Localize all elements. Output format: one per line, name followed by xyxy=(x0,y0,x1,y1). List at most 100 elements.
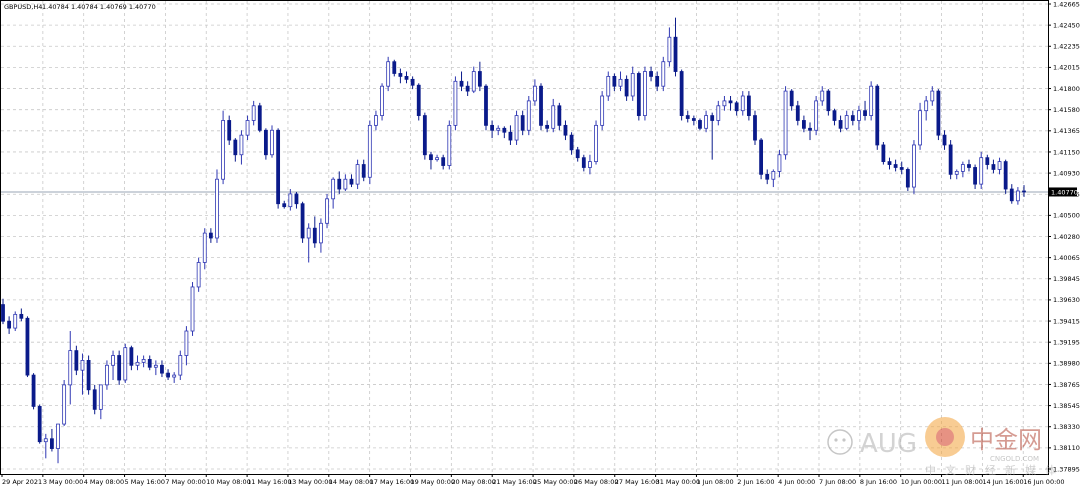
candle-body-bear xyxy=(50,438,54,449)
candle-body-bull xyxy=(355,164,360,185)
x-tick-label: 10 May 08:00 xyxy=(206,478,251,486)
candle-body-bull xyxy=(380,85,384,116)
candle-body-bear xyxy=(728,100,733,104)
x-tick-label: 27 May 16:00 xyxy=(615,478,660,486)
x-tick-label: 10 Jun 00:00 xyxy=(901,478,942,486)
candle-body-bull xyxy=(930,90,935,102)
candle-body-bull xyxy=(630,73,635,97)
chart-symbol: GBPUSD,H4 xyxy=(4,3,42,11)
candle-body-bear xyxy=(349,178,354,185)
candle-body-bear xyxy=(520,115,525,131)
candle-body-bear xyxy=(967,164,971,168)
candle-body-bull xyxy=(496,127,501,131)
candle-body-bull xyxy=(777,154,782,172)
candle-body-bull xyxy=(62,384,67,425)
watermark-text: AUG xyxy=(860,429,917,459)
candle-body-bear xyxy=(808,127,812,131)
candle-body-bull xyxy=(105,364,109,386)
chart-ohlc: 1.40784 1.40784 1.40769 1.40770 xyxy=(42,3,156,11)
candle-body-bear xyxy=(649,71,653,77)
x-tick-label: 3 May 00:00 xyxy=(43,478,83,486)
price-chart[interactable]: AUG 中金网 CNGOLD.COM 中文财经新媒体 GBPUSD,H4 1.4… xyxy=(0,0,1080,490)
candle-body-bear xyxy=(679,71,684,116)
y-tick-label: 1.40500 xyxy=(1053,212,1080,220)
x-tick-label: 4 May 08:00 xyxy=(84,478,124,486)
candle-body-bull xyxy=(869,85,874,116)
candle-body-bull xyxy=(251,105,256,121)
candle-body-bull xyxy=(954,170,959,175)
candle-body-bear xyxy=(655,76,660,87)
candle-body-bull xyxy=(704,115,708,129)
candle-body-bull xyxy=(435,157,439,161)
candle-body-bear xyxy=(893,164,898,168)
candle-body-bear xyxy=(991,164,996,170)
y-tick-label: 1.41800 xyxy=(1053,85,1080,93)
candle-body-bull xyxy=(343,178,348,190)
candle-body-bull xyxy=(447,124,452,166)
candle-body-bear xyxy=(459,80,464,87)
candle-body-bull xyxy=(979,157,984,185)
y-tick-label: 1.38110 xyxy=(1053,444,1080,452)
candle-body-bull xyxy=(221,120,225,180)
candle-body-bull xyxy=(367,124,372,178)
candle-body-bull xyxy=(997,161,1002,170)
watermark-site-name: 中金网 xyxy=(970,426,1042,454)
candle-body-bull xyxy=(196,262,201,288)
candle-body-bull xyxy=(618,78,623,87)
candle-body-bull xyxy=(600,95,605,126)
candle-body-bull xyxy=(306,227,311,239)
candle-body-bull xyxy=(68,350,73,386)
candle-body-bear xyxy=(337,178,342,190)
candle-body-bull xyxy=(141,359,146,363)
x-tick-label: 31 May 00:00 xyxy=(656,478,701,486)
current-price-tag: 1.40770 xyxy=(1049,187,1078,197)
candle-body-bull xyxy=(722,100,727,107)
x-tick-label: 29 Apr 2021 xyxy=(2,478,42,486)
candle-body-bull xyxy=(844,115,849,129)
candle-body-bull xyxy=(857,110,861,121)
candle-body-bull xyxy=(924,100,929,112)
candle-body-bull xyxy=(960,164,965,172)
plot-area[interactable] xyxy=(0,0,1049,475)
candle-body-bear xyxy=(832,110,837,121)
candle-body-bear xyxy=(92,389,97,410)
candle-body-bull xyxy=(172,374,177,378)
candle-body-bear xyxy=(227,120,232,141)
candle-body-bear xyxy=(746,95,751,116)
candle-body-bull xyxy=(239,134,244,156)
candle-body-bull xyxy=(532,85,537,102)
x-tick-label: 21 May 16:00 xyxy=(492,478,537,486)
candle-body-bull xyxy=(526,100,531,131)
x-tick-label: 4 Jun 00:00 xyxy=(778,478,815,486)
watermark-site-url: CNGOLD.COM xyxy=(990,455,1039,463)
x-tick-label: 20 May 08:00 xyxy=(451,478,496,486)
cngold-logo-core xyxy=(936,428,954,446)
candle-body-bear xyxy=(312,227,317,244)
candle-body-bull xyxy=(667,36,672,63)
candle-body-bull xyxy=(325,198,329,224)
candle-body-bear xyxy=(160,364,164,374)
x-tick-label: 19 May 00:00 xyxy=(411,478,456,486)
candle-body-bear xyxy=(477,71,482,87)
x-tick-label: 5 May 16:00 xyxy=(125,478,165,486)
y-tick-label: 1.40065 xyxy=(1053,254,1080,262)
candle-body-bull xyxy=(453,80,458,126)
candle-body-bear xyxy=(973,167,977,185)
candle-body-bear xyxy=(502,127,507,133)
candle-body-bear xyxy=(422,115,427,156)
candle-body-bear xyxy=(441,157,446,166)
current-price-label: 1.40770 xyxy=(1051,188,1078,196)
candle-body-bear xyxy=(208,232,213,239)
candle-body-bear xyxy=(392,61,397,74)
candle-body-bear xyxy=(563,124,568,136)
candle-body-bear xyxy=(850,115,855,121)
candle-body-bear xyxy=(673,36,678,72)
candle-body-bull xyxy=(783,90,788,156)
candle-body-bull xyxy=(43,438,48,443)
y-tick-label: 1.38765 xyxy=(1053,381,1080,389)
candle-body-bear xyxy=(753,115,757,141)
candle-body-bull xyxy=(386,61,391,87)
candle-body-bull xyxy=(319,222,323,244)
candle-body-bear xyxy=(294,193,299,205)
y-tick-label: 1.38545 xyxy=(1053,402,1080,410)
